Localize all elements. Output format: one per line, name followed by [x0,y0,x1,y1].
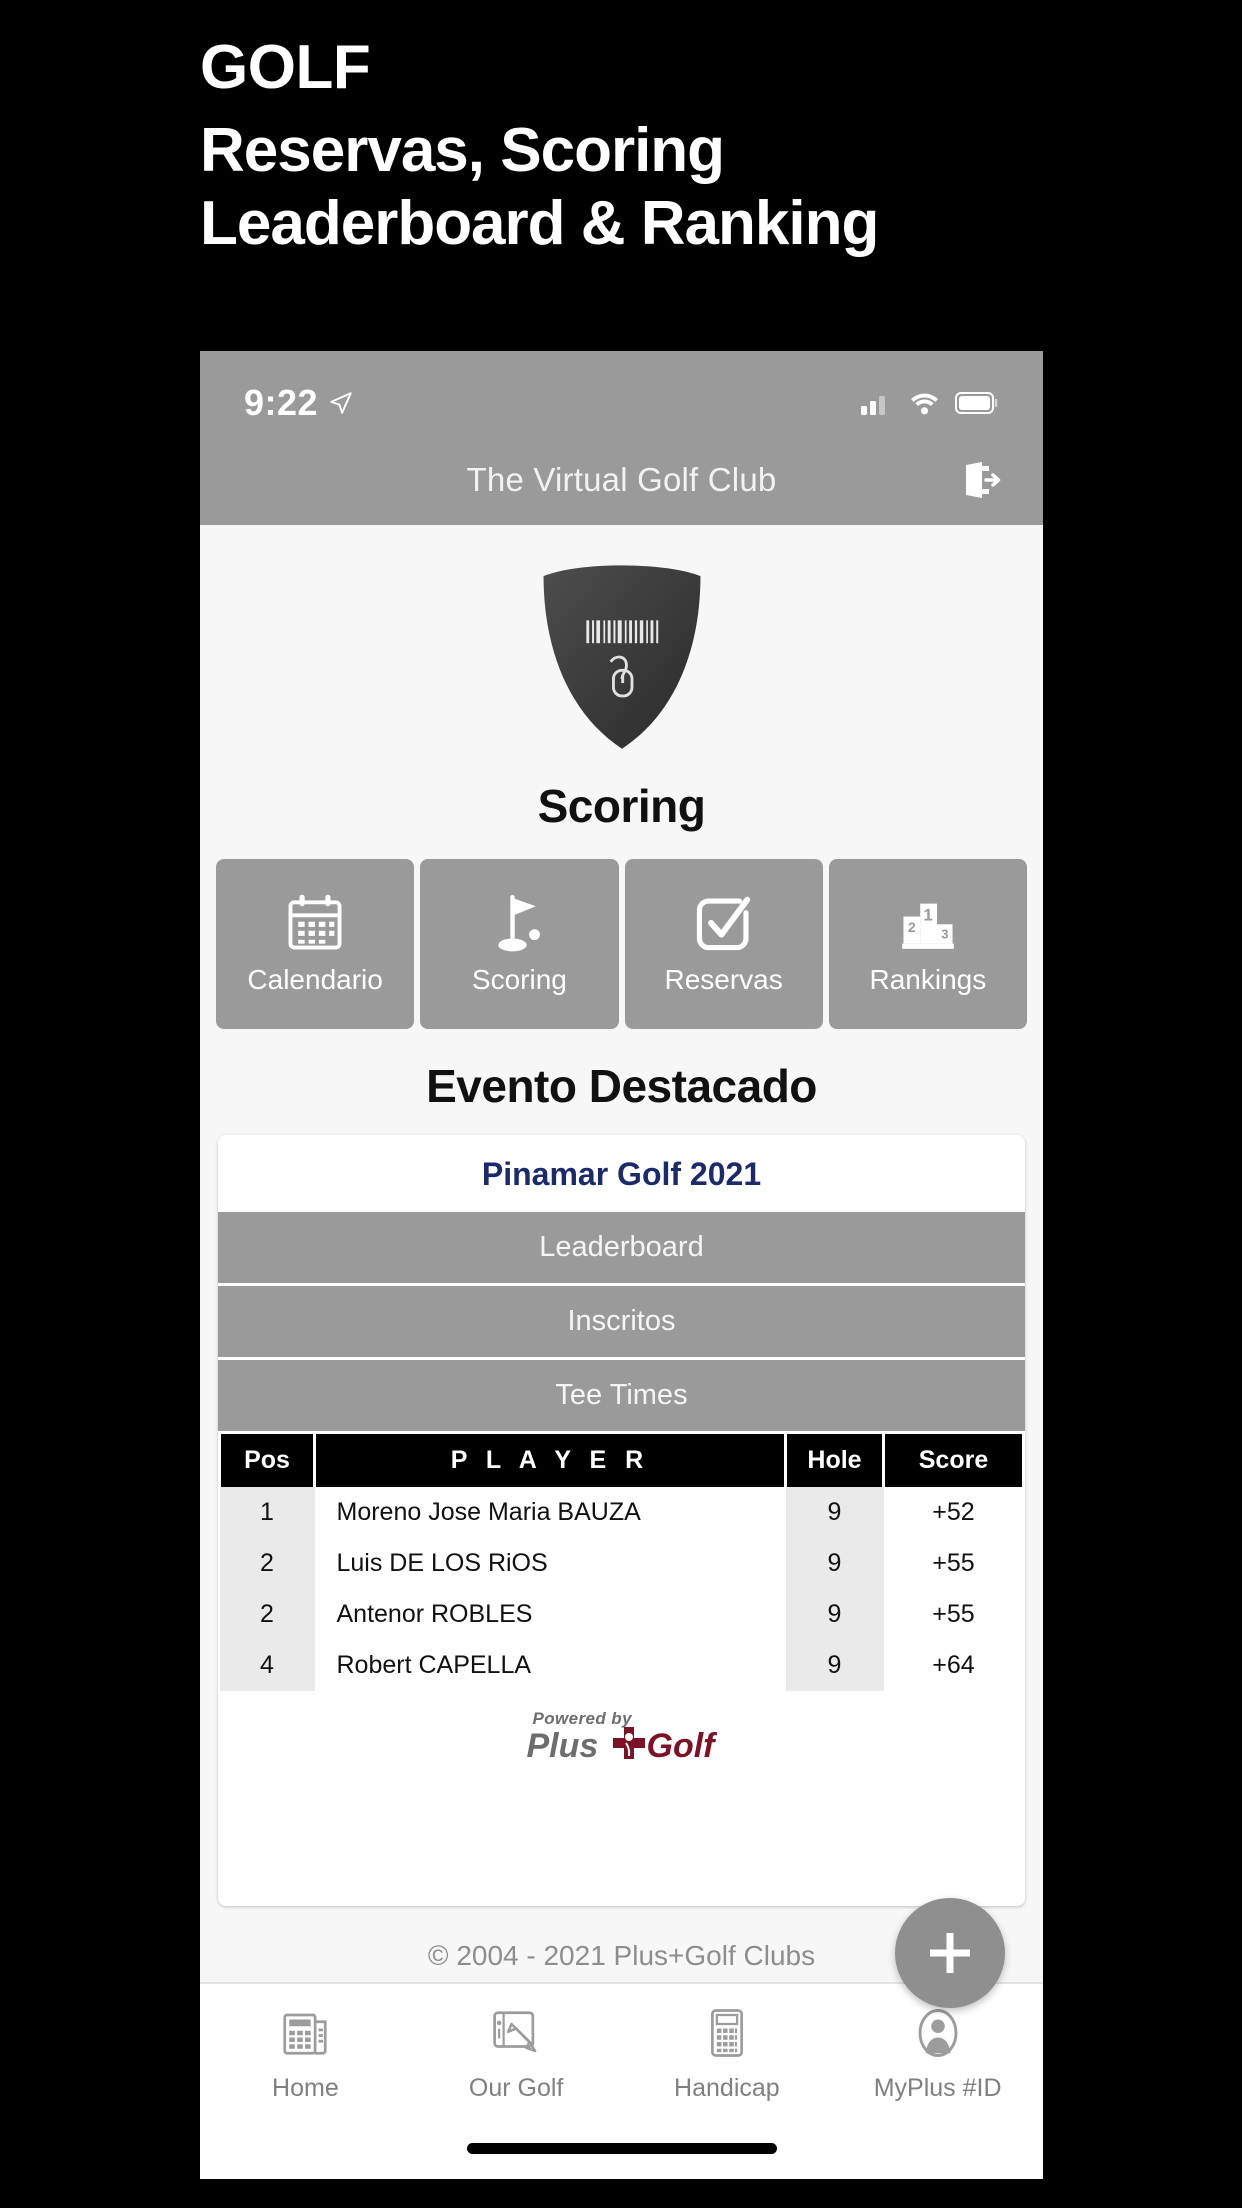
featured-event-heading: Evento Destacado [426,1060,817,1112]
plus-icon [930,1933,970,1973]
logout-button[interactable] [957,457,1003,503]
plus-cross-icon [612,1727,645,1759]
leaderboard-table: Pos P L A Y E R Hole Score 1 Moreno Jose… [218,1434,1025,1691]
person-icon [918,2009,958,2057]
golf-flag-icon [498,894,541,952]
tab-our-golf[interactable]: Our Golf [411,2006,622,2103]
status-bar-right [860,390,999,416]
tab-myplus-id[interactable]: MyPlus #ID [832,2006,1043,2103]
cell-pos: 2 [219,1589,315,1640]
header-pos: Pos [218,1434,316,1487]
footer-zone: © 2004 - 2021 Plus+Golf Clubs [200,1898,1043,2008]
svg-text:2: 2 [908,920,916,936]
powered-by-logo: Powered by Plus Golf [218,1709,1025,1767]
promo-kicker: GOLF [200,33,371,102]
cellular-bars-icon [861,396,885,415]
event-tab-inscritos[interactable]: Inscritos [218,1286,1025,1360]
cell-player: Antenor ROBLES [314,1589,786,1640]
tile-scoring[interactable]: Scoring [420,859,619,1029]
event-tab-tee-times[interactable]: Tee Times [218,1360,1025,1434]
event-tab-leaderboard[interactable]: Leaderboard [218,1212,1025,1286]
location-arrow-icon [330,392,352,414]
tab-label: Our Golf [468,2074,564,2102]
calendar-icon [288,894,342,950]
status-bar-left: 9:22 [244,382,354,424]
tile-label: Rankings [869,964,987,995]
header-player: P L A Y E R [313,1434,787,1487]
tab-label: MyPlus #ID [873,2074,1002,2102]
status-bar-clock: 9:22 [244,382,319,423]
quick-nav-tiles: Calendario Scoring Reservas 1 2 3 Rankin… [200,859,1043,1029]
cell-hole: 9 [785,1640,884,1691]
phone-mockup: 9:22 The Virtual Golf Club Scoring Calen… [200,351,1043,2179]
podium-icon: 1 2 3 [902,903,954,949]
svg-text:1: 1 [923,905,932,924]
powered-by-word-golf: Golf [646,1727,715,1765]
tile-label: Scoring [471,964,567,995]
screen-content: Scoring Calendario Scoring Reservas 1 2 … [200,525,1043,2179]
app-store-promo-screenshot: GOLF Reservas, Scoring Leaderboard & Ran… [0,0,1242,2208]
tab-handicap[interactable]: Handicap [622,2006,833,2103]
cell-score: +55 [883,1589,1024,1640]
cell-pos: 4 [219,1640,315,1691]
status-bar: 9:22 [200,351,1043,435]
table-row[interactable]: 4 Robert CAPELLA 9 +64 [219,1640,1024,1691]
tile-label: Reservas [664,964,783,995]
shield-badge-icon [543,565,700,749]
event-name: Pinamar Golf 2021 [481,1156,762,1192]
newspaper-icon [283,2013,327,2055]
cell-hole: 9 [785,1589,884,1640]
table-row[interactable]: 2 Antenor ROBLES 9 +55 [219,1589,1024,1640]
app-title: The Virtual Golf Club [466,461,777,498]
bottom-tab-bar: Home Our Golf Handicap MyPlus #ID [200,1982,1043,2117]
table-header-row: Pos P L A Y E R Hole Score [218,1434,1025,1487]
cell-player: Robert CAPELLA [314,1640,786,1691]
tab-label: Home [272,2074,339,2102]
wifi-icon [911,393,938,415]
check-square-icon [696,896,750,951]
tile-rankings[interactable]: 1 2 3 Rankings [828,859,1027,1029]
table-row[interactable]: 2 Luis DE LOS RiOS 9 +55 [219,1538,1024,1589]
cell-pos: 2 [219,1538,315,1589]
app-header: The Virtual Golf Club [200,435,1043,525]
cell-hole: 9 [785,1538,884,1589]
tile-calendario[interactable]: Calendario [216,859,415,1029]
powered-by-word-plus: Plus [526,1727,599,1765]
promo-line-1: Reservas, Scoring [200,116,725,186]
club-badge [200,525,1043,753]
home-indicator-area [200,2117,1043,2179]
table-row[interactable]: 1 Moreno Jose Maria BAUZA 9 +52 [219,1487,1024,1538]
cell-score: +64 [883,1640,1024,1691]
header-score: Score [882,1434,1025,1487]
tab-home[interactable]: Home [200,2006,411,2103]
svg-text:3: 3 [941,927,948,942]
home-indicator[interactable] [466,2142,777,2154]
add-button[interactable] [895,1898,1005,2008]
promo-headline: GOLF Reservas, Scoring Leaderboard & Ran… [200,36,1100,260]
tablet-pen-icon [493,2011,537,2053]
cell-score: +55 [883,1538,1024,1589]
tile-label: Calendario [247,964,383,995]
cell-player: Moreno Jose Maria BAUZA [314,1487,786,1538]
promo-line-2: Leaderboard & Ranking [200,188,879,258]
page-title: Scoring [537,780,706,832]
battery-icon [955,392,998,414]
featured-event-card: Pinamar Golf 2021 Leaderboard Inscritos … [218,1135,1025,1906]
cell-hole: 9 [785,1487,884,1538]
logout-icon [966,462,1001,498]
tab-label: Handicap [674,2074,780,2102]
header-hole: Hole [784,1434,885,1487]
tile-reservas[interactable]: Reservas [624,859,823,1029]
cell-player: Luis DE LOS RiOS [314,1538,786,1589]
cell-pos: 1 [219,1487,315,1538]
cell-score: +52 [883,1487,1024,1538]
calculator-icon [710,2009,743,2057]
